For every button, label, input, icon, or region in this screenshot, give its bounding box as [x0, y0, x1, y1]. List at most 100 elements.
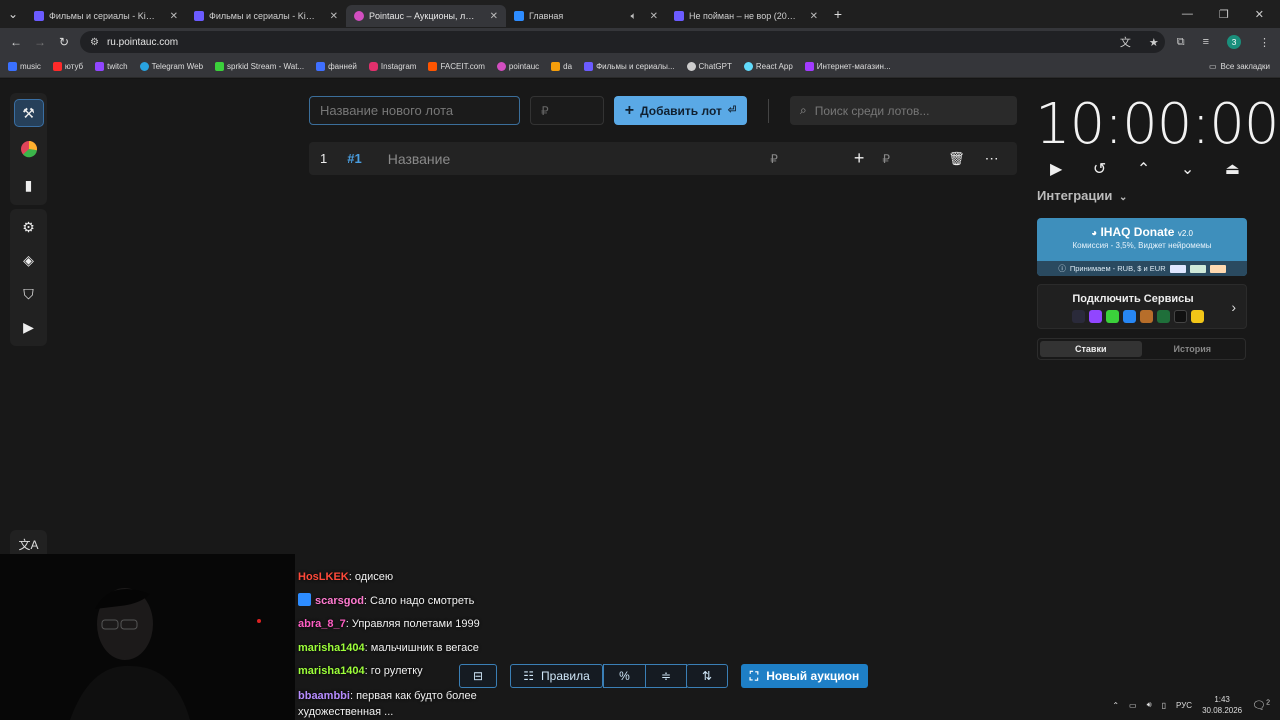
ihaq-donate-card[interactable]: ◕ IHAQ Donate v2.0 Комиссия - 3,5%, Видж… — [1037, 218, 1247, 276]
auction-hammer-icon[interactable]: ⚒ — [13, 99, 44, 127]
bookmark-twitch[interactable]: twitch — [95, 62, 128, 71]
lot-row: 1 #1 Название ₽ + ₽ 🗑︎ ⋯ — [309, 142, 1017, 175]
chat-message: bbaambbi: первая как будто более художес… — [298, 689, 477, 718]
new-auction-button[interactable]: ⛶ Новый аукцион — [741, 664, 868, 688]
url-bar[interactable]: ⚙ ru.pointauc.com — [80, 31, 1165, 53]
rules-button[interactable]: ☷ Правила — [510, 664, 603, 688]
split-icon: ≑ — [660, 669, 672, 683]
stats-chart-icon[interactable]: ▮ — [14, 171, 44, 199]
system-tray: ⌃ ▭ 🔊︎ ▯ РУС 1:43 30.08.2026 🗨︎2 — [1112, 694, 1270, 716]
add-amount-currency[interactable]: ₽ — [882, 152, 890, 166]
chevron-up-icon[interactable]: ⌃ — [1137, 159, 1150, 179]
donate-accept-text: Принимаем - RUB, $ и EUR — [1069, 264, 1166, 273]
connect-services-card[interactable]: Подключить Сервисы › — [1037, 284, 1247, 329]
boosty-icon — [1157, 310, 1170, 323]
donate-title-line: ◕ IHAQ Donate v2.0 — [1037, 225, 1247, 239]
percent-icon: % — [619, 669, 630, 683]
settings-gear-icon[interactable]: ⚙ — [14, 215, 44, 240]
extensions-icon[interactable]: ⧉ — [1177, 36, 1185, 49]
integrations-toggle[interactable]: Интеграции ⌄ — [1037, 188, 1127, 203]
browser-tab-3-active[interactable]: Pointauc – Аукционы, лотереи ✕ — [346, 5, 506, 27]
forward-icon[interactable]: → — [28, 35, 52, 49]
lot-search-input[interactable]: ⌕ Поиск среди лотов... — [790, 96, 1017, 125]
bookmark-label: sprkid Stream - Wat... — [227, 62, 305, 71]
media-icon[interactable]: ≡ — [1203, 36, 1209, 48]
translate-page-icon[interactable]: 文 — [1120, 34, 1131, 50]
lot-amount-currency[interactable]: ₽ — [770, 152, 778, 166]
sort-button[interactable]: ⇅ — [686, 664, 728, 688]
browser-tab-1[interactable]: Фильмы и сериалы - Kinobox.tv ✕ — [26, 5, 186, 27]
kinobox-favicon-icon — [34, 11, 44, 21]
bookmark-funny[interactable]: фанней — [316, 62, 357, 71]
tab-search-icon[interactable]: ⌄ — [0, 7, 26, 21]
bookmark-instagram[interactable]: Instagram — [368, 62, 417, 71]
bookmark-youtube[interactable]: ютуб — [52, 62, 83, 71]
browser-tab-4[interactable]: Главная 🔈︎ ✕ — [506, 5, 666, 27]
volume-icon[interactable]: 🔊︎ — [1147, 700, 1152, 710]
bookmark-label: Instagram — [380, 62, 417, 71]
chat-user: HosLKEK — [298, 571, 349, 583]
language-indicator[interactable]: РУС — [1176, 701, 1192, 710]
donationalerts-icon — [551, 62, 561, 71]
back-icon[interactable]: ← — [4, 35, 28, 49]
react-icon — [743, 62, 753, 71]
lot-name[interactable]: Название — [388, 151, 451, 167]
shield-icon[interactable]: ⛉ — [14, 282, 44, 307]
all-bookmarks[interactable]: ▭ Все закладки — [1209, 62, 1280, 71]
layers-icon[interactable]: ◈ — [14, 248, 44, 273]
clock[interactable]: 1:43 30.08.2026 — [1202, 694, 1242, 716]
restore-icon[interactable]: ❐ — [1219, 8, 1229, 21]
profile-avatar[interactable]: З — [1227, 35, 1241, 49]
menu-icon[interactable]: ⋮ — [1259, 36, 1270, 49]
bookmark-faceit[interactable]: FACEIT.com — [428, 62, 485, 71]
battery-icon[interactable]: ▯ — [1162, 701, 1166, 710]
close-tab-icon[interactable]: ✕ — [330, 11, 338, 22]
telegram-icon — [139, 62, 149, 71]
bookmark-telegram[interactable]: Telegram Web — [139, 62, 203, 71]
split-button[interactable]: ≑ — [645, 664, 687, 688]
chat-message: marisha1404: мальчишник в вегасе — [298, 641, 479, 654]
trash-icon[interactable]: 🗑︎ — [948, 151, 965, 167]
browser-tab-5[interactable]: Не пойман – не вор (2006) - K ✕ — [666, 5, 826, 27]
close-tab-icon[interactable]: ✕ — [810, 11, 818, 22]
percent-button[interactable]: % — [603, 664, 646, 688]
minimize-icon[interactable]: — — [1182, 8, 1193, 21]
reload-icon[interactable]: ↻ — [52, 35, 76, 49]
eject-icon[interactable]: ⏏ — [1225, 159, 1240, 179]
site-info-icon[interactable]: ⚙ — [90, 37, 99, 48]
bookmark-chatgpt[interactable]: ChatGPT — [686, 62, 732, 71]
bookmark-da[interactable]: da — [551, 62, 572, 71]
new-tab-icon[interactable]: + — [826, 6, 850, 22]
chevron-down-icon[interactable]: ⌄ — [1181, 159, 1194, 179]
bookmark-star-icon[interactable]: ★ — [1149, 36, 1159, 49]
close-tab-icon[interactable]: ✕ — [170, 11, 178, 22]
bookmark-react-app[interactable]: React App — [743, 62, 793, 71]
chevron-right-icon: › — [1231, 299, 1236, 315]
bookmark-kinobox[interactable]: Фильмы и сериалы... — [584, 62, 675, 71]
bookmark-pointauc[interactable]: pointauc — [496, 62, 539, 71]
mute-tab-icon[interactable]: 🔈︎ — [631, 11, 637, 22]
tray-expand-icon[interactable]: ⌃ — [1112, 701, 1119, 710]
notifications-icon[interactable]: 🗨︎2 — [1252, 699, 1270, 712]
network-icon[interactable]: ▭ — [1129, 701, 1137, 710]
play-icon[interactable]: ▶ — [1050, 159, 1062, 179]
add-amount-plus-icon[interactable]: + — [854, 148, 865, 169]
new-lot-name-input[interactable]: Название нового лота — [309, 96, 520, 125]
wheel-icon[interactable] — [14, 135, 44, 163]
save-button[interactable]: ⊟ — [459, 664, 497, 688]
close-tab-icon[interactable]: ✕ — [490, 11, 498, 22]
more-options-icon[interactable]: ⋯ — [985, 150, 999, 167]
tab-history[interactable]: История — [1142, 341, 1244, 357]
reset-timer-icon[interactable]: ↺ — [1093, 159, 1106, 179]
close-tab-icon[interactable]: ✕ — [650, 11, 658, 22]
bookmark-music[interactable]: music — [8, 62, 41, 71]
bookmark-shop[interactable]: Интернет-магазин... — [804, 62, 891, 71]
tab-bids[interactable]: Ставки — [1040, 341, 1142, 357]
video-library-icon[interactable]: ▶ — [14, 315, 44, 340]
new-lot-price-input[interactable]: ₽ — [530, 96, 604, 125]
bookmark-kick[interactable]: sprkid Stream - Wat... — [215, 62, 304, 71]
add-lot-button[interactable]: + Добавить лот ⏎ — [614, 96, 747, 125]
browser-tab-2[interactable]: Фильмы и сериалы - Kinobox.tv ✕ — [186, 5, 346, 27]
donate-subtitle: Комиссия - 3,5%, Виджет нейромемы — [1072, 241, 1212, 250]
close-window-icon[interactable]: ✕ — [1255, 8, 1264, 21]
